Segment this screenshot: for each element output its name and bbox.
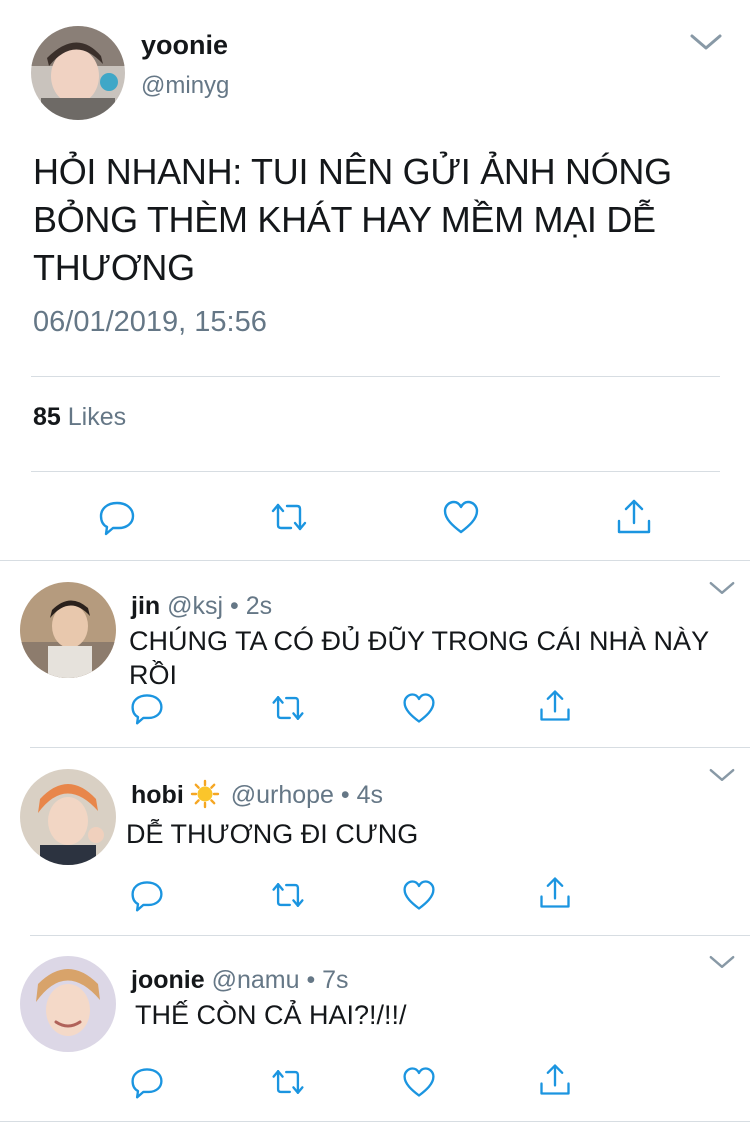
reply-author-handle[interactable]: @namu [212, 966, 300, 994]
reply-author-name[interactable]: jin [131, 592, 160, 620]
main-author-name[interactable]: yoonie [141, 30, 228, 61]
share-icon[interactable] [537, 688, 573, 724]
reply-text: DỄ THƯƠNG ĐI CƯNG [126, 819, 419, 849]
reply-separator: • [306, 966, 316, 994]
reply-header: joonie @namu • 7s [131, 966, 349, 995]
chevron-down-icon[interactable] [708, 767, 736, 783]
share-icon[interactable] [537, 875, 573, 911]
reply-text: CHÚNG TA CÓ ĐỦ ĐŨY TRONG CÁI NHÀ NÀY RỒI [129, 626, 709, 690]
reply-text: THẾ CÒN CẢ HAI?!/!!/ [135, 1000, 407, 1030]
like-icon[interactable] [401, 1064, 437, 1100]
likes-number: 85 [33, 403, 61, 431]
sun-emoji-icon [190, 779, 220, 809]
chevron-down-icon[interactable] [708, 580, 736, 596]
reply-avatar[interactable] [20, 769, 116, 865]
reply-separator: • [340, 781, 350, 809]
reply-time[interactable]: 2s [246, 592, 272, 620]
like-icon[interactable] [441, 497, 481, 537]
reply-icon[interactable] [97, 497, 137, 537]
reply-avatar[interactable] [20, 956, 116, 1052]
chevron-down-icon[interactable] [708, 954, 736, 970]
reply-author-handle[interactable]: @urhope [231, 781, 334, 809]
reply-icon[interactable] [129, 1064, 165, 1100]
retweet-icon[interactable] [270, 1064, 306, 1100]
reply-author-handle[interactable]: @ksj [167, 592, 223, 620]
share-icon[interactable] [614, 497, 654, 537]
reply-icon[interactable] [129, 690, 165, 726]
divider [0, 1121, 750, 1122]
tweet-timestamp[interactable]: 06/01/2019, 15:56 [33, 306, 267, 339]
chevron-down-icon[interactable] [689, 32, 723, 52]
reply-author-name[interactable]: joonie [131, 966, 205, 994]
reply-header: hobi @urhope • 4s [131, 779, 383, 810]
tweet-text: HỎI NHANH: TUI NÊN GỬI ẢNH NÓNG BỎNG THÈ… [33, 151, 672, 288]
divider [31, 376, 720, 377]
share-icon[interactable] [537, 1062, 573, 1098]
reply-author-name[interactable]: hobi [131, 781, 184, 809]
divider [30, 747, 750, 748]
main-author-handle[interactable]: @minyg [141, 72, 229, 100]
retweet-icon[interactable] [270, 690, 306, 726]
retweet-icon[interactable] [270, 877, 306, 913]
likes-count[interactable]: 85 Likes [33, 403, 126, 432]
reply-header: jin @ksj • 2s [131, 592, 272, 621]
reply-icon[interactable] [129, 877, 165, 913]
main-avatar[interactable] [31, 26, 125, 120]
retweet-icon[interactable] [269, 497, 309, 537]
divider [31, 471, 720, 472]
reply-separator: • [230, 592, 239, 620]
divider [0, 560, 750, 561]
like-icon[interactable] [401, 877, 437, 913]
reply-time[interactable]: 7s [322, 966, 348, 994]
likes-label: Likes [67, 403, 127, 431]
reply-avatar[interactable] [20, 582, 116, 678]
like-icon[interactable] [401, 690, 437, 726]
divider [30, 935, 750, 936]
reply-time[interactable]: 4s [357, 781, 383, 809]
